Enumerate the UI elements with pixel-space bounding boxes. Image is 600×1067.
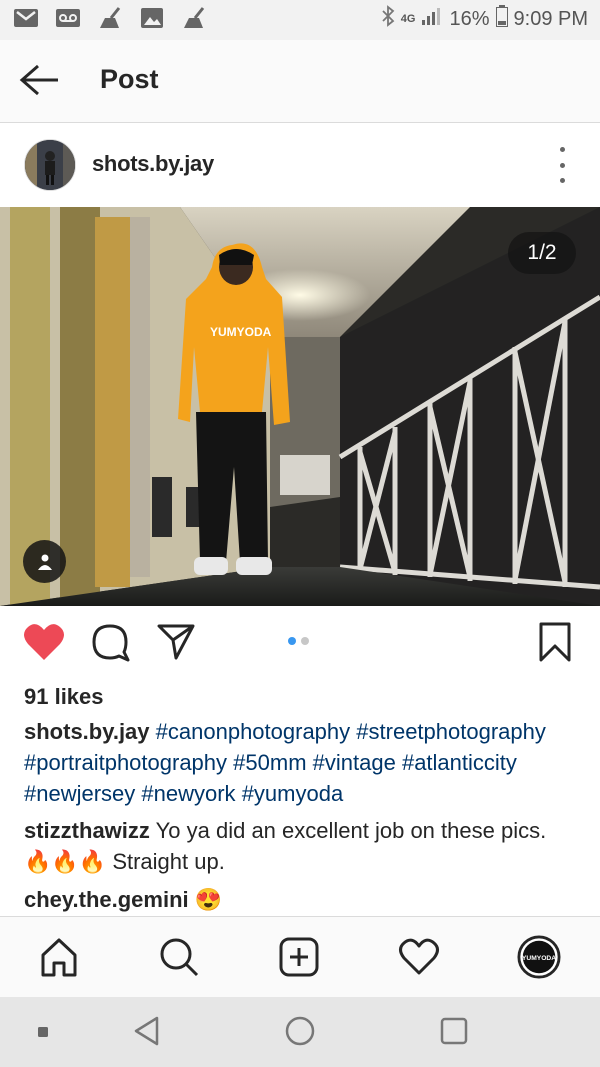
- action-row: [0, 606, 600, 678]
- comment-username[interactable]: stizzthawizz: [24, 818, 150, 843]
- hashtag[interactable]: #streetphotography: [356, 719, 546, 744]
- cleaner-icon: [96, 6, 124, 30]
- comment: stizzthawizz Yo ya did an excellent job …: [24, 815, 579, 877]
- hashtag[interactable]: #atlanticcity: [402, 750, 517, 775]
- back-button[interactable]: [18, 62, 62, 98]
- more-options-icon[interactable]: [552, 147, 572, 183]
- carousel-dot: [301, 637, 309, 645]
- hashtag[interactable]: #canonphotography: [156, 719, 351, 744]
- photo-image: YUMYODA: [0, 207, 600, 606]
- circle-home-icon: [285, 1016, 315, 1046]
- profile-avatar-icon: YUMYODA: [517, 935, 561, 979]
- network-type: 4G: [400, 13, 416, 25]
- app-bar: Post: [0, 40, 600, 123]
- comment-button[interactable]: [90, 622, 130, 667]
- post-photo[interactable]: YUMYODA 1/2: [0, 207, 600, 606]
- heart-eyes-emoji: 😍: [194, 887, 223, 912]
- likes-count[interactable]: 91 likes: [24, 684, 104, 710]
- triangle-back-icon: [134, 1016, 159, 1046]
- nav-profile[interactable]: YUMYODA: [517, 935, 561, 979]
- comment-text: Yo ya did an excellent job on these pics…: [155, 818, 547, 843]
- system-back-button[interactable]: [132, 1015, 162, 1052]
- carousel-dots: [288, 637, 309, 645]
- comment: chey.the.gemini 😍: [24, 884, 579, 915]
- bottom-nav: YUMYODA: [0, 916, 600, 997]
- share-button[interactable]: [156, 622, 196, 667]
- nav-home[interactable]: [37, 935, 81, 979]
- battery-percent: 16%: [449, 7, 490, 30]
- arrow-left-icon: [19, 64, 58, 96]
- square-recents-icon: [440, 1017, 468, 1045]
- heart-filled-icon: [24, 624, 64, 660]
- like-button[interactable]: [22, 622, 66, 667]
- send-icon: [157, 624, 195, 660]
- system-nav-bar: [0, 997, 600, 1067]
- status-bar: 4G 16% 9:09 PM: [0, 0, 600, 40]
- carousel-dot-active: [288, 637, 296, 645]
- comment-icon: [92, 624, 130, 662]
- bookmark-icon: [539, 622, 571, 662]
- cleaner-icon: [180, 6, 208, 30]
- hashtag[interactable]: #yumyoda: [242, 781, 344, 806]
- nav-search[interactable]: [157, 935, 201, 979]
- battery-icon: [495, 5, 508, 33]
- gmail-icon: [12, 6, 40, 30]
- hashtag[interactable]: #vintage: [313, 750, 396, 775]
- person-icon: [37, 554, 52, 570]
- avatar[interactable]: [24, 139, 76, 191]
- hashtag[interactable]: #50mm: [233, 750, 306, 775]
- hoodie-print: YUMYODA: [210, 325, 272, 339]
- hashtag[interactable]: #portraitphotography: [24, 750, 227, 775]
- add-post-icon: [279, 937, 319, 977]
- page-title: Post: [100, 64, 159, 94]
- search-icon: [160, 938, 199, 977]
- save-button[interactable]: [538, 622, 572, 667]
- hashtag[interactable]: #newyork: [141, 781, 235, 806]
- fire-emoji: 🔥🔥🔥: [24, 849, 107, 874]
- bluetooth-icon: [381, 5, 395, 33]
- system-home-button[interactable]: [284, 1015, 316, 1052]
- comment-username[interactable]: chey.the.gemini: [24, 887, 189, 912]
- nav-activity[interactable]: [397, 935, 441, 979]
- clock: 9:09 PM: [513, 7, 588, 30]
- home-icon: [41, 938, 77, 977]
- voicemail-icon: [54, 6, 82, 30]
- post-username[interactable]: shots.by.jay: [92, 151, 214, 177]
- post-header: shots.by.jay: [0, 123, 600, 207]
- heart-icon: [399, 938, 439, 975]
- system-recents-button[interactable]: [439, 1016, 469, 1051]
- nav-new-post[interactable]: [277, 935, 321, 979]
- photo-counter: 1/2: [508, 232, 576, 274]
- profile-avatar-print: YUMYODA: [522, 955, 556, 962]
- post-caption: shots.by.jay #canonphotography #streetph…: [24, 716, 579, 809]
- gallery-icon: [138, 6, 166, 30]
- hashtag[interactable]: #newjersey: [24, 781, 135, 806]
- comment-text: Straight up.: [112, 849, 225, 874]
- caption-username[interactable]: shots.by.jay: [24, 719, 150, 744]
- recents-dot-icon: [37, 1025, 49, 1043]
- user-tags-button[interactable]: [23, 540, 66, 583]
- signal-icon: [421, 6, 443, 32]
